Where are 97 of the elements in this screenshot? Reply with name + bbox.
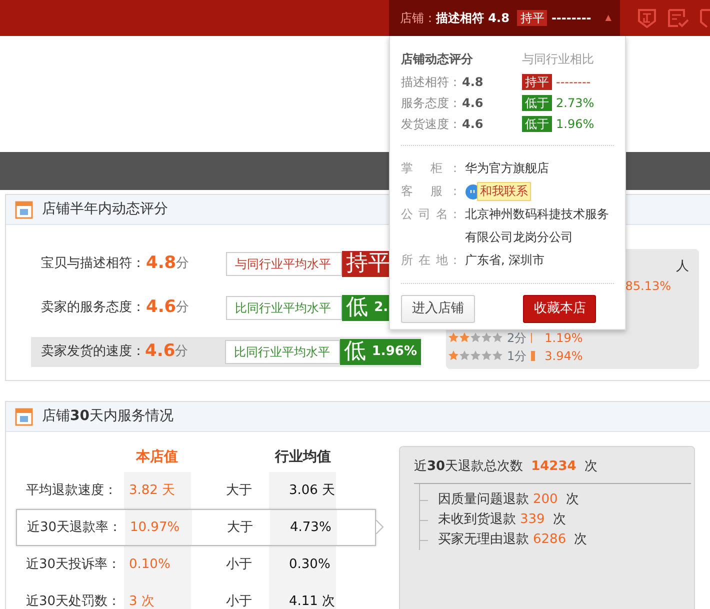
level-badge: 持平 <box>517 10 548 26</box>
percent-text: 1.19% <box>544 330 583 346</box>
comparison-tag: 比同行业平均水平 <box>226 296 342 320</box>
star-icon <box>470 350 481 361</box>
star-icon <box>481 332 492 343</box>
info-value: 北京神州数码科捷技术服务有限公司龙岗分公司 <box>465 206 610 246</box>
diff-text: 1.96% <box>556 116 594 132</box>
percent-bar <box>530 350 535 360</box>
refund-label: 未收到货退款 <box>438 510 516 528</box>
shop-label: 店铺： <box>400 10 436 27</box>
diff-text: -------- <box>551 10 592 27</box>
level-badge: 低于 <box>522 94 552 110</box>
section-title: 店铺半年内动态评分 <box>42 200 168 219</box>
count-text: 14234 <box>531 458 576 476</box>
star-icon <box>481 350 492 361</box>
info-label: 客 服： <box>401 183 461 200</box>
diff-text: 2.73% <box>556 94 594 112</box>
table-cell: 小于 <box>226 594 252 609</box>
table-cell: 小于 <box>226 556 252 572</box>
shop-rating-trigger[interactable]: 店铺：描述相符 4.8 持平 -------- ▲ <box>389 0 620 36</box>
unit-text: 次 <box>552 510 566 528</box>
count-text: 200 <box>533 490 558 508</box>
rating-score: 4.6 <box>462 116 484 132</box>
row-label: 近30天投诉率： <box>26 556 121 572</box>
refund-label: 因质量问题退款 <box>438 490 529 508</box>
comparison-tag: 比同行业平均水平 <box>224 340 340 364</box>
table-cell-text: 3.06 天 <box>289 482 336 500</box>
unit-text: 分 <box>176 299 190 318</box>
shop-button[interactable]: 进入店铺 <box>401 295 475 323</box>
star-icon <box>492 350 503 361</box>
shop-icon <box>14 406 34 426</box>
summary-title: 近30天退款总次数 <box>414 458 524 476</box>
count-text: 6286 <box>533 530 566 548</box>
percent-text: 3.94% <box>544 348 583 364</box>
level-badge: 低 1.96% <box>340 339 421 365</box>
level-badge: 低于 <box>522 116 552 132</box>
unit-text: 分 <box>175 343 190 362</box>
column-header: 行业均值 <box>274 448 331 466</box>
percent-text: 85.13% <box>625 278 671 292</box>
rating-score: 4.6 <box>146 296 176 320</box>
table-cell: 大于 <box>227 520 253 535</box>
refund-label: 买家无理由退款 <box>438 530 529 548</box>
star-icon <box>448 332 459 343</box>
table-cell-text: 4.73% <box>290 518 332 537</box>
table-cell-text: 4.11 次 <box>289 592 336 609</box>
info-value: 华为官方旗舰店 <box>465 160 550 177</box>
unit-text: 次 <box>584 458 598 476</box>
table-cell-text: 3 次 <box>129 592 154 609</box>
rating-label: 发货速度： <box>401 116 462 132</box>
unit-text: 分 <box>176 255 190 274</box>
level-badge: 持平 <box>522 74 552 90</box>
rating-score: 4.8 <box>462 74 484 90</box>
rating-score: 4.6 <box>462 94 484 112</box>
table-cell-text: 10.97% <box>130 518 180 537</box>
rating-label: 描述相符： <box>401 74 462 90</box>
rating-label: 卖家的服务态度： <box>41 299 146 318</box>
info-label: 所 在 地： <box>401 252 461 269</box>
shield-icon[interactable] <box>636 7 658 29</box>
column-header: 与同行业相比 <box>522 51 594 68</box>
contact-link[interactable]: 和我联系 <box>477 182 531 201</box>
table-cell: 大于 <box>226 482 252 498</box>
star-icon <box>470 332 481 343</box>
rating-text: 描述相符 4.8 <box>436 10 510 27</box>
info-label: 掌 柜： <box>401 160 461 177</box>
document-check-icon[interactable] <box>666 7 690 29</box>
info-value: 广东省, 深圳市 <box>465 252 546 269</box>
score-label: 2分 <box>507 330 527 346</box>
rating-label: 卖家发货的速度： <box>41 343 146 362</box>
rating-score: 4.6 <box>145 340 176 364</box>
row-label: 近30天退款率： <box>27 520 122 535</box>
table-cell-text: 0.30% <box>289 556 330 574</box>
shop-icon <box>14 200 34 220</box>
rating-label: 宝贝与描述相符： <box>41 255 146 274</box>
rating-label: 服务态度： <box>401 94 462 112</box>
unit-text: 次 <box>574 530 588 548</box>
diff-text: -------- <box>556 74 591 90</box>
table-cell-text: 0.10% <box>129 556 170 574</box>
shop-button[interactable]: 收藏本店 <box>523 295 596 323</box>
count-text: 339 <box>520 510 545 528</box>
row-label: 近30天处罚数： <box>26 594 121 609</box>
unit-text: 次 <box>566 490 579 508</box>
star-icon <box>448 350 459 361</box>
shield-icon[interactable] <box>698 7 710 29</box>
popup-title: 店铺动态评分 <box>401 51 474 68</box>
comparison-tag: 与同行业平均水平 <box>226 252 342 276</box>
score-label: 1分 <box>507 348 527 364</box>
star-icon <box>459 350 470 361</box>
panel-text: 人 <box>676 259 689 274</box>
table-cell-text: 3.82 天 <box>129 482 176 500</box>
rating-score: 4.8 <box>146 252 176 276</box>
section-title: 店铺30天内服务情况 <box>42 407 174 426</box>
column-header: 本店值 <box>134 448 179 466</box>
row-label: 平均退款速度： <box>26 482 117 498</box>
star-icon <box>459 332 470 343</box>
caret-icon: ▲ <box>605 12 612 24</box>
info-label: 公 司 名： <box>401 206 461 223</box>
star-icon <box>492 332 503 343</box>
